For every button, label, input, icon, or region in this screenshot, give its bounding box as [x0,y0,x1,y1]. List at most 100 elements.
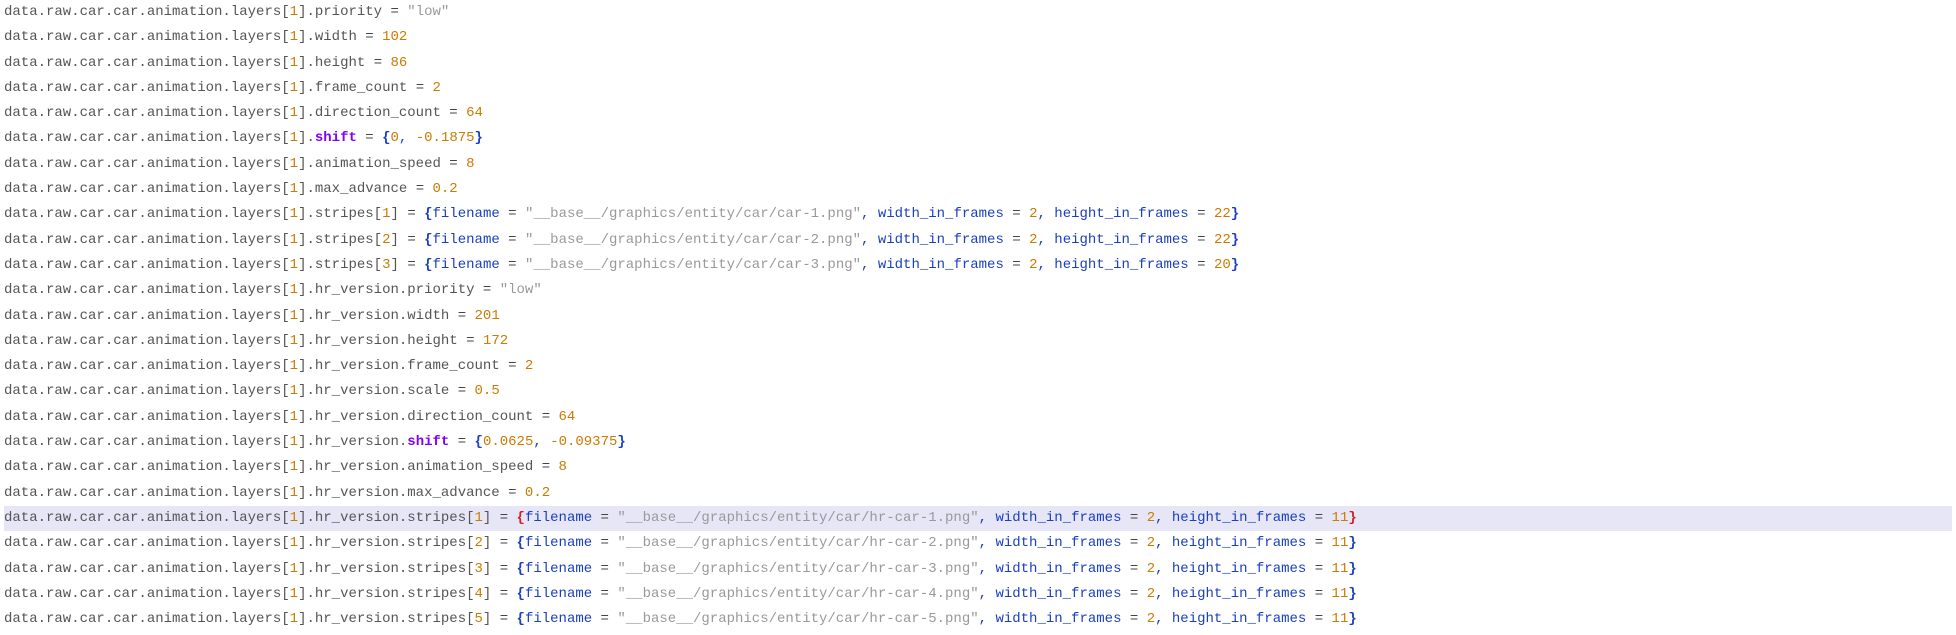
code-path: data.raw.car.car.animation.layers[ [4,232,290,248]
key-width-in-frames: , width_in_frames [861,257,1004,273]
equals-operator: = [500,510,517,526]
brace-close: } [1348,535,1356,551]
property-name: .height [306,55,373,71]
key-width-in-frames: , width_in_frames [979,611,1122,627]
brace-open: { [517,586,525,602]
code-line: data.raw.car.car.animation.layers[1].pri… [4,0,1952,25]
property-name: .hr_version.stripes[ [306,561,474,577]
brace-open: { [517,510,525,526]
bracket-close: ] [391,257,408,273]
code-path: data.raw.car.car.animation.layers[ [4,333,290,349]
bracket-close: ] [483,586,500,602]
equals-operator: = [1004,257,1029,273]
property-name: .hr_version.stripes[ [306,611,474,627]
property-name: .stripes[ [306,257,382,273]
layer-index: 1 [290,510,298,526]
brace-close: } [1231,206,1239,222]
code-line: data.raw.car.car.animation.layers[1].hr_… [4,354,1952,379]
layer-index: 1 [290,206,298,222]
key-width-in-frames: , width_in_frames [861,206,1004,222]
string-value: "__base__/graphics/entity/car/hr-car-2.p… [617,535,978,551]
equals-operator: = [1189,232,1214,248]
key-filename: filename [433,257,500,273]
stripe-index: 1 [382,206,390,222]
layer-index: 1 [290,409,298,425]
key-filename: filename [525,510,592,526]
equals-operator: = [592,535,617,551]
code-path: data.raw.car.car.animation.layers[ [4,409,290,425]
code-line: data.raw.car.car.animation.layers[1].hr_… [4,531,1952,556]
code-line: data.raw.car.car.animation.layers[1].hr_… [4,557,1952,582]
code-line: data.raw.car.car.animation.layers[1].str… [4,228,1952,253]
layer-index: 1 [290,586,298,602]
code-line: data.raw.car.car.animation.layers[1].dir… [4,101,1952,126]
equals-operator: = [390,4,407,20]
layer-index: 1 [290,55,298,71]
equals-operator: = [500,257,525,273]
code-path: data.raw.car.car.animation.layers[ [4,181,290,197]
equals-operator: = [1189,206,1214,222]
code-line: data.raw.car.car.animation.layers[1].hr_… [4,481,1952,506]
code-path: data.raw.car.car.animation.layers[ [4,510,290,526]
layer-index: 1 [290,434,298,450]
code-line: data.raw.car.car.animation.layers[1].hr_… [4,379,1952,404]
string-value: "low" [407,4,449,20]
number-value: 2 [525,358,533,374]
equals-operator: = [1306,535,1331,551]
code-line: data.raw.car.car.animation.layers[1].hr_… [4,430,1952,455]
layer-index: 1 [290,181,298,197]
number-value: 201 [475,308,500,324]
bracket-close: ] [483,510,500,526]
comma: , [533,434,550,450]
code-path: data.raw.car.car.animation.layers[ [4,535,290,551]
code-line: data.raw.car.car.animation.layers[1].ani… [4,152,1952,177]
property-name: .hr_version.animation_speed [306,459,541,475]
property-name: .animation_speed [306,156,449,172]
number-value: 0.2 [525,485,550,501]
shift-keyword: shift [407,434,449,450]
string-value: "__base__/graphics/entity/car/hr-car-1.p… [617,510,978,526]
key-height-in-frames: , height_in_frames [1037,232,1188,248]
brace-close: } [1231,232,1239,248]
equals-operator: = [407,206,424,222]
code-path: data.raw.car.car.animation.layers[ [4,29,290,45]
key-height-in-frames: , height_in_frames [1155,561,1306,577]
key-height-in-frames: , height_in_frames [1155,611,1306,627]
code-line: data.raw.car.car.animation.layers[1].hr_… [4,582,1952,607]
equals-operator: = [416,181,433,197]
brace-open: { [517,611,525,627]
code-path: data.raw.car.car.animation.layers[ [4,308,290,324]
brace-open: { [517,561,525,577]
key-height-in-frames: , height_in_frames [1037,206,1188,222]
key-height-in-frames: , height_in_frames [1155,586,1306,602]
code-line: data.raw.car.car.animation.layers[1].max… [4,177,1952,202]
equals-operator: = [592,586,617,602]
key-width-in-frames: , width_in_frames [979,586,1122,602]
code-path: data.raw.car.car.animation.layers[ [4,611,290,627]
code-line: data.raw.car.car.animation.layers[1].hr_… [4,329,1952,354]
layer-index: 1 [290,535,298,551]
equals-operator: = [592,510,617,526]
equals-operator: = [500,206,525,222]
equals-operator: = [458,383,475,399]
layer-index: 1 [290,611,298,627]
number-value: -0.09375 [550,434,617,450]
code-path: data.raw.car.car.animation.layers[ [4,383,290,399]
equals-operator: = [365,29,382,45]
key-filename: filename [525,535,592,551]
layer-index: 1 [290,29,298,45]
property-name: .stripes[ [306,206,382,222]
brace-close: } [1348,611,1356,627]
equals-operator: = [542,409,559,425]
layer-index: 1 [290,561,298,577]
code-line: data.raw.car.car.animation.layers[1].shi… [4,126,1952,151]
space [449,434,457,450]
number-value: 2 [1147,561,1155,577]
number-value: 2 [1147,535,1155,551]
number-value: 22 [1214,206,1231,222]
equals-operator: = [1306,561,1331,577]
string-value: "__base__/graphics/entity/car/car-1.png" [525,206,861,222]
code-path: data.raw.car.car.animation.layers[ [4,358,290,374]
property-name: .hr_version.stripes[ [306,510,474,526]
layer-index: 1 [290,333,298,349]
